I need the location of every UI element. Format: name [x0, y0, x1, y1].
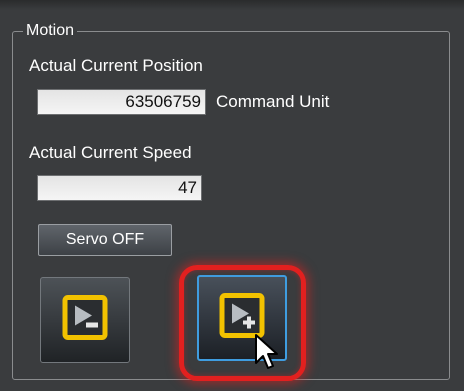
top-strip	[0, 0, 464, 10]
jog-reverse-button[interactable]	[40, 277, 130, 363]
motion-group-title: Motion	[23, 21, 78, 41]
position-unit-label: Command Unit	[216, 92, 330, 111]
jog-minus-icon	[62, 295, 108, 346]
actual-position-field: 63506759	[37, 89, 206, 115]
actual-speed-label: Actual Current Speed	[29, 143, 192, 162]
mouse-cursor-icon	[254, 333, 280, 376]
actual-position-label: Actual Current Position	[29, 56, 203, 75]
actual-speed-field: 47	[37, 175, 202, 201]
highlight-frame	[179, 265, 306, 381]
servo-off-button[interactable]: Servo OFF	[38, 224, 172, 256]
